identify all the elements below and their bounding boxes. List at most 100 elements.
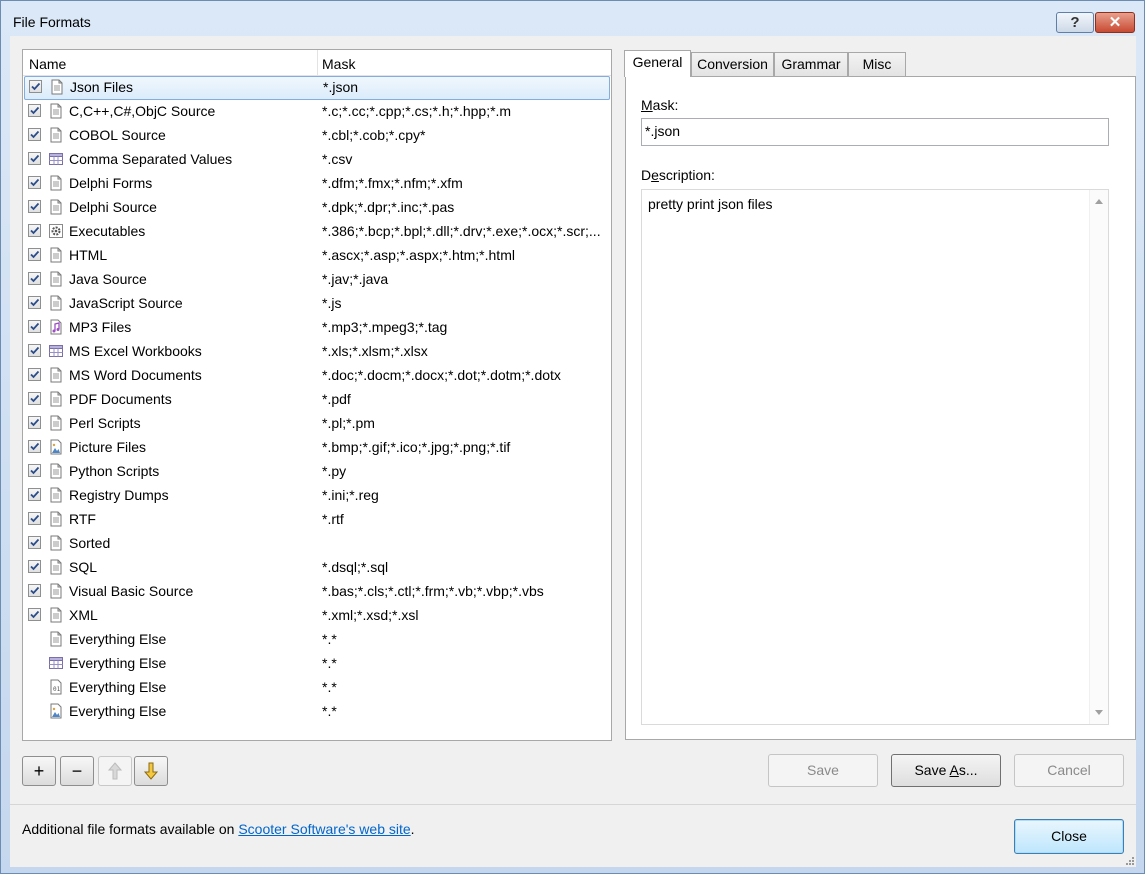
move-up-button[interactable] bbox=[98, 756, 132, 786]
list-item[interactable]: Executables *.386;*.bcp;*.bpl;*.dll;*.drv… bbox=[23, 220, 611, 244]
arrow-up-icon bbox=[107, 762, 123, 780]
enabled-checkbox[interactable] bbox=[28, 416, 41, 429]
dialog-body: Name Mask Json Files *.json C,C++,C#,ObjC … bbox=[10, 36, 1136, 804]
list-item[interactable]: Comma Separated Values *.csv bbox=[23, 148, 611, 172]
format-mask: *.dpk;*.dpr;*.inc;*.pas bbox=[322, 199, 455, 215]
enabled-checkbox[interactable] bbox=[28, 440, 41, 453]
add-format-button[interactable]: + bbox=[22, 756, 56, 786]
enabled-checkbox[interactable] bbox=[28, 584, 41, 597]
enabled-checkbox[interactable] bbox=[28, 488, 41, 501]
enabled-checkbox[interactable] bbox=[28, 176, 41, 189]
list-item[interactable]: C,C++,C#,ObjC Source *.c;*.cc;*.cpp;*.cs;… bbox=[23, 100, 611, 124]
window-title: File Formats bbox=[13, 14, 91, 30]
column-header-mask[interactable]: Mask bbox=[322, 56, 355, 72]
list-item[interactable]: Everything Else *.* bbox=[23, 700, 611, 724]
list-item[interactable]: Everything Else *.* bbox=[23, 652, 611, 676]
format-name: Everything Else bbox=[69, 703, 167, 719]
table-icon bbox=[48, 343, 64, 359]
description-textarea[interactable]: pretty print json files bbox=[641, 189, 1109, 725]
enabled-checkbox[interactable] bbox=[28, 320, 41, 333]
document-icon bbox=[48, 271, 64, 287]
list-item[interactable]: COBOL Source *.cbl;*.cob;*.cpy* bbox=[23, 124, 611, 148]
list-item[interactable]: Json Files *.json bbox=[24, 76, 610, 100]
tab-grammar[interactable]: Grammar bbox=[774, 52, 848, 76]
enabled-checkbox[interactable] bbox=[28, 200, 41, 213]
gear-icon bbox=[48, 223, 64, 239]
list-item[interactable]: Delphi Source *.dpk;*.dpr;*.inc;*.pas bbox=[23, 196, 611, 220]
enabled-checkbox[interactable] bbox=[28, 296, 41, 309]
window-close-button[interactable]: ✕ bbox=[1095, 12, 1135, 33]
document-icon bbox=[48, 607, 64, 623]
arrow-down-icon bbox=[143, 762, 159, 780]
enabled-checkbox[interactable] bbox=[28, 368, 41, 381]
list-item[interactable]: PDF Documents *.pdf bbox=[23, 388, 611, 412]
enabled-checkbox[interactable] bbox=[28, 560, 41, 573]
description-scrollbar[interactable] bbox=[1089, 190, 1108, 724]
remove-format-button[interactable]: − bbox=[60, 756, 94, 786]
format-mask: *.c;*.cc;*.cpp;*.cs;*.h;*.hpp;*.m bbox=[322, 103, 512, 119]
list-item[interactable]: Java Source *.jav;*.java bbox=[23, 268, 611, 292]
mask-input[interactable]: *.json bbox=[641, 118, 1109, 146]
tab-general[interactable]: General bbox=[624, 50, 691, 77]
column-header-name[interactable]: Name bbox=[29, 56, 66, 72]
enabled-checkbox[interactable] bbox=[28, 344, 41, 357]
enabled-checkbox[interactable] bbox=[28, 536, 41, 549]
enabled-checkbox[interactable] bbox=[28, 464, 41, 477]
list-item[interactable]: XML *.xml;*.xsd;*.xsl bbox=[23, 604, 611, 628]
column-divider[interactable] bbox=[317, 50, 318, 75]
enabled-checkbox[interactable] bbox=[28, 272, 41, 285]
document-icon bbox=[48, 103, 64, 119]
general-tab-panel: Mask: *.json Description: pretty print j… bbox=[625, 76, 1136, 740]
enabled-checkbox[interactable] bbox=[28, 512, 41, 525]
list-item[interactable]: JavaScript Source *.js bbox=[23, 292, 611, 316]
list-item[interactable]: MP3 Files *.mp3;*.mpeg3;*.tag bbox=[23, 316, 611, 340]
enabled-checkbox[interactable] bbox=[28, 248, 41, 261]
list-item[interactable]: 01 Everything Else *.* bbox=[23, 676, 611, 700]
list-item[interactable]: Delphi Forms *.dfm;*.fmx;*.nfm;*.xfm bbox=[23, 172, 611, 196]
list-item[interactable]: Picture Files *.bmp;*.gif;*.ico;*.jpg;*.p… bbox=[23, 436, 611, 460]
enabled-checkbox[interactable] bbox=[28, 392, 41, 405]
list-item[interactable]: SQL *.dsql;*.sql bbox=[23, 556, 611, 580]
help-button[interactable]: ? bbox=[1056, 12, 1094, 33]
close-button[interactable]: Close bbox=[1014, 819, 1124, 854]
format-mask: *.ini;*.reg bbox=[322, 487, 379, 503]
tab-misc[interactable]: Misc bbox=[848, 52, 906, 76]
list-item[interactable]: Visual Basic Source *.bas;*.cls;*.ctl;*.f… bbox=[23, 580, 611, 604]
music-note-icon bbox=[48, 319, 64, 335]
enabled-checkbox[interactable] bbox=[28, 224, 41, 237]
format-name: Registry Dumps bbox=[69, 487, 169, 503]
tab-conversion[interactable]: Conversion bbox=[691, 52, 774, 76]
list-item[interactable]: MS Excel Workbooks *.xls;*.xlsm;*.xlsx bbox=[23, 340, 611, 364]
save-button[interactable]: Save bbox=[768, 754, 878, 787]
list-item[interactable]: RTF *.rtf bbox=[23, 508, 611, 532]
enabled-checkbox[interactable] bbox=[28, 104, 41, 117]
list-item[interactable]: Perl Scripts *.pl;*.pm bbox=[23, 412, 611, 436]
list-item[interactable]: Registry Dumps *.ini;*.reg bbox=[23, 484, 611, 508]
list-item[interactable]: Python Scripts *.py bbox=[23, 460, 611, 484]
picture-icon bbox=[48, 439, 64, 455]
cancel-button[interactable]: Cancel bbox=[1014, 754, 1124, 787]
enabled-checkbox[interactable] bbox=[29, 80, 42, 93]
save-as-button[interactable]: Save As... bbox=[891, 754, 1001, 787]
binary-file-icon: 01 bbox=[48, 679, 64, 695]
format-mask: *.cbl;*.cob;*.cpy* bbox=[322, 127, 426, 143]
list-item[interactable]: Sorted bbox=[23, 532, 611, 556]
document-icon bbox=[48, 295, 64, 311]
move-down-button[interactable] bbox=[134, 756, 168, 786]
scroll-up-arrow-icon[interactable] bbox=[1095, 199, 1103, 204]
resize-grip-icon[interactable] bbox=[1124, 855, 1134, 865]
file-format-list[interactable]: Name Mask Json Files *.json C,C++,C#,ObjC … bbox=[22, 49, 612, 741]
format-name: MS Word Documents bbox=[69, 367, 202, 383]
enabled-checkbox[interactable] bbox=[28, 128, 41, 141]
format-mask: *.ascx;*.asp;*.aspx;*.htm;*.html bbox=[322, 247, 515, 263]
scooter-software-link[interactable]: Scooter Software's web site bbox=[238, 821, 410, 837]
enabled-checkbox[interactable] bbox=[28, 152, 41, 165]
list-item[interactable]: Everything Else *.* bbox=[23, 628, 611, 652]
document-icon bbox=[48, 415, 64, 431]
footer-message: Additional file formats available on Sco… bbox=[22, 821, 415, 837]
format-name: PDF Documents bbox=[69, 391, 172, 407]
list-item[interactable]: HTML *.ascx;*.asp;*.aspx;*.htm;*.html bbox=[23, 244, 611, 268]
enabled-checkbox[interactable] bbox=[28, 608, 41, 621]
scroll-down-arrow-icon[interactable] bbox=[1095, 710, 1103, 715]
list-item[interactable]: MS Word Documents *.doc;*.docm;*.docx;*.d… bbox=[23, 364, 611, 388]
